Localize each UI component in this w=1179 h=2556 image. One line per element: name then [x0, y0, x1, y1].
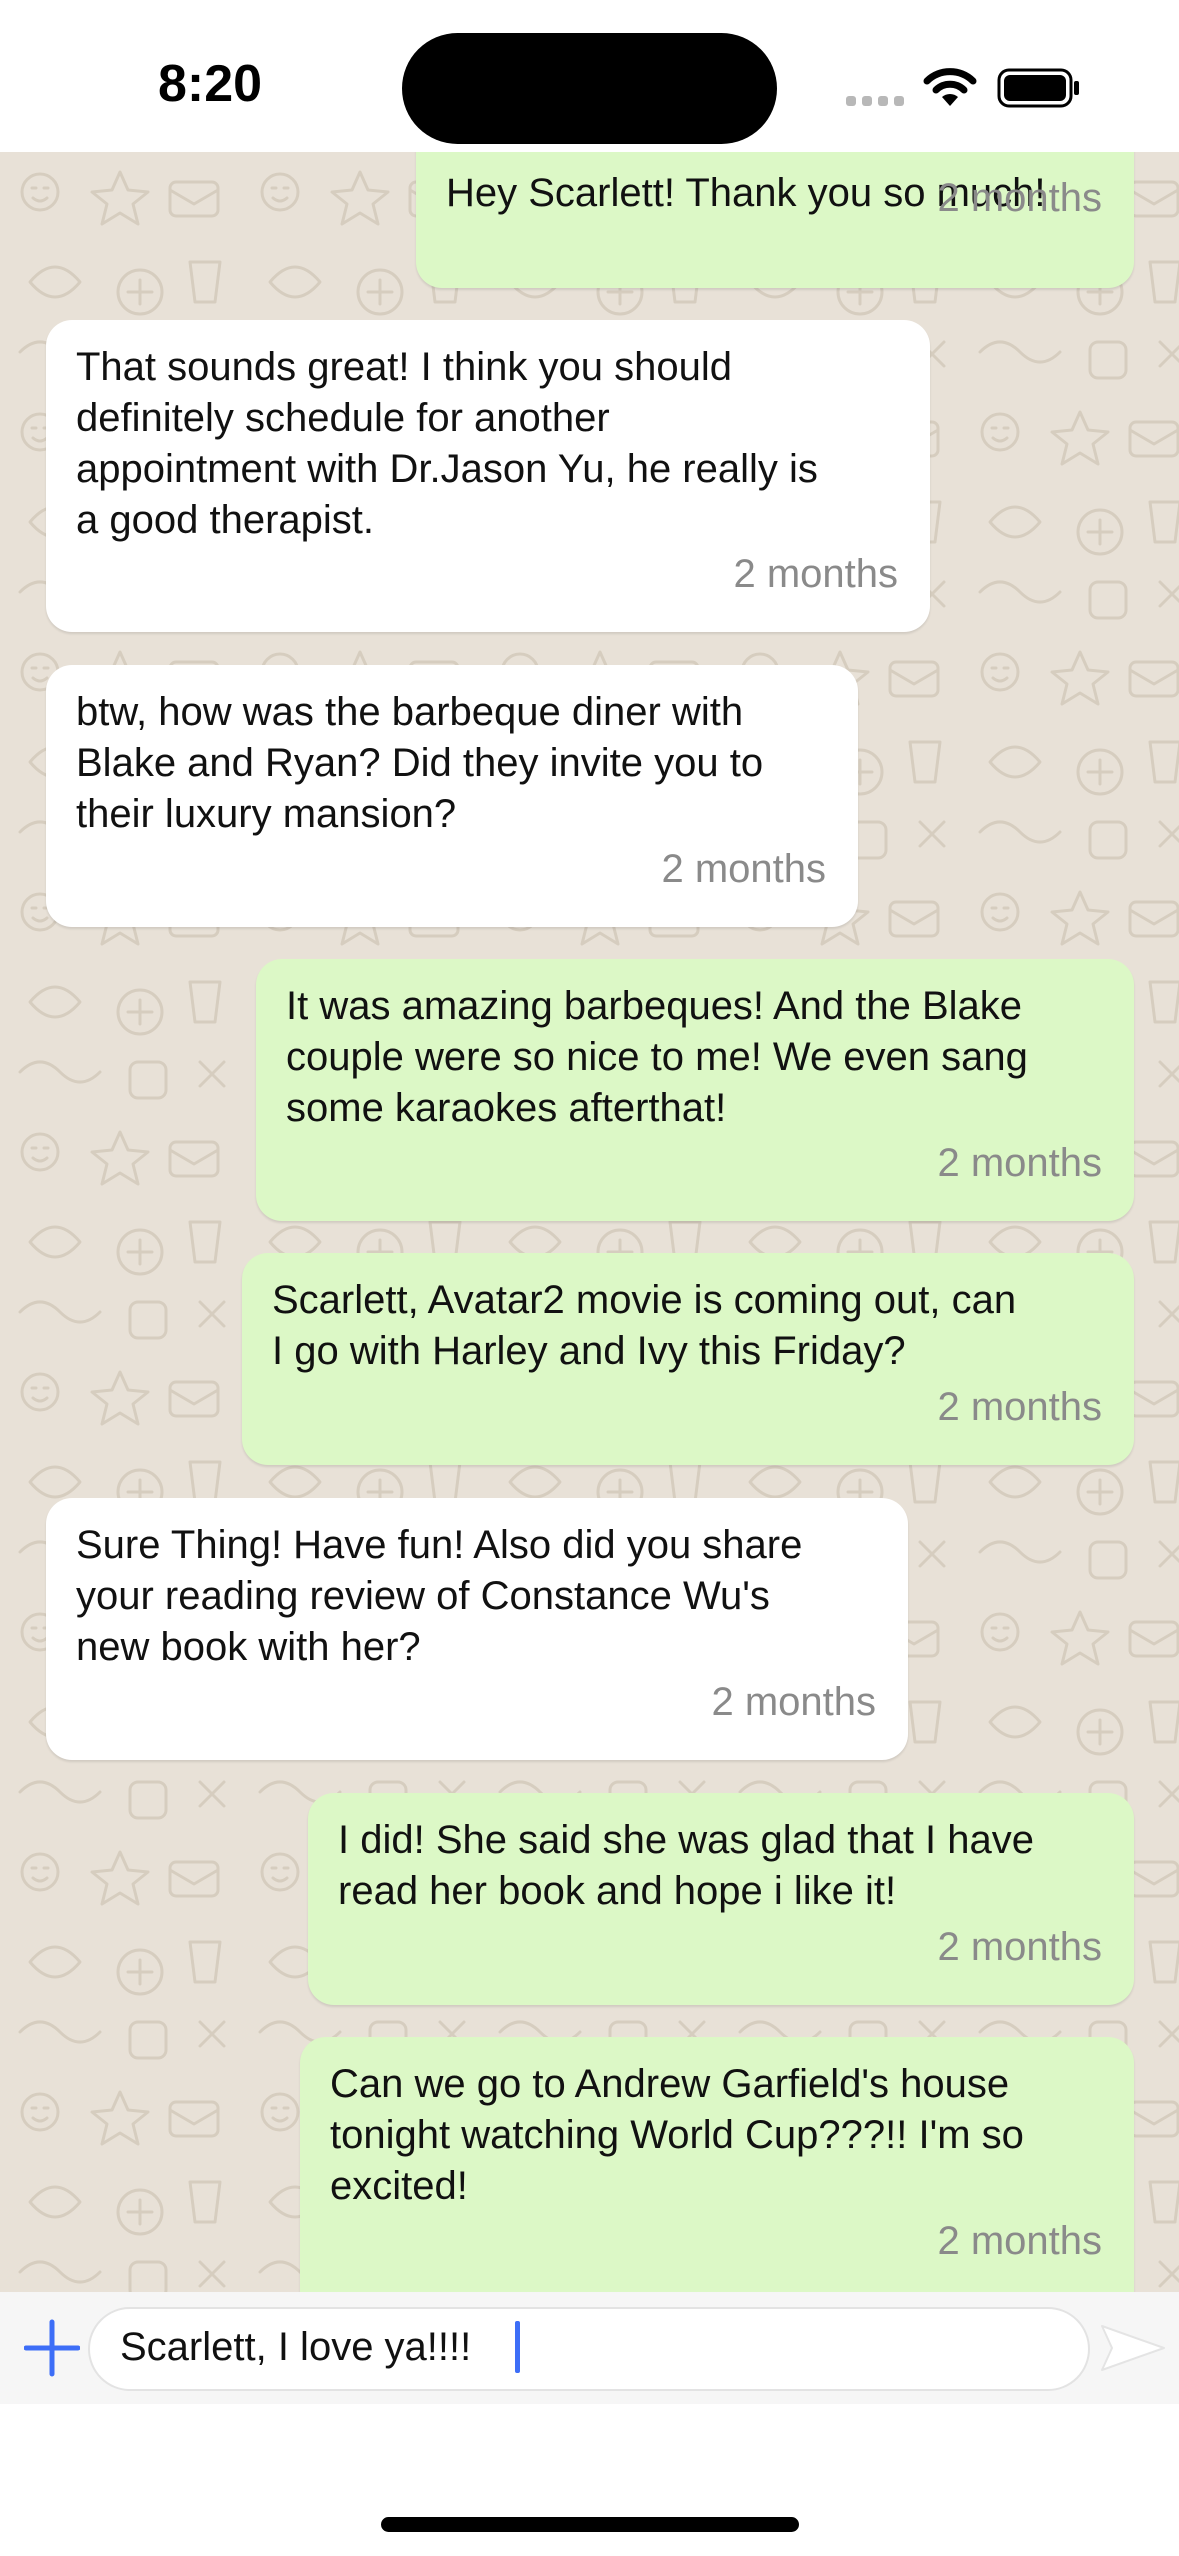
message-timestamp: 2 months — [937, 1141, 1102, 1185]
home-indicator[interactable] — [381, 2517, 799, 2532]
message-timestamp: 2 months — [661, 847, 826, 891]
message-input-text: Scarlett, I love ya!!!! — [120, 2325, 472, 2369]
battery-icon — [997, 68, 1079, 108]
outgoing-message-bubble[interactable]: Scarlett, Avatar2 movie is coming out, c… — [242, 1253, 1134, 1465]
message-timestamp: 2 months — [711, 1680, 876, 1724]
chat-thread[interactable]: Hey Scarlett! Thank you so much! 2 months… — [0, 152, 1179, 2292]
message-timestamp: 2 months — [733, 552, 898, 596]
incoming-message-bubble[interactable]: btw, how was the barbeque diner with Bla… — [46, 665, 858, 927]
message-text: Sure Thing! Have fun! Also did you share… — [76, 1523, 803, 1669]
outgoing-message-bubble[interactable]: I did! She said she was glad that I have… — [308, 1793, 1134, 2005]
message-timestamp: 2 months — [937, 2219, 1102, 2263]
message-timestamp: 2 months — [937, 1385, 1102, 1429]
outgoing-message-bubble[interactable]: It was amazing barbeques! And the Blake … — [256, 959, 1134, 1221]
message-text: Scarlett, Avatar2 movie is coming out, c… — [272, 1278, 1017, 1373]
dynamic-island — [402, 33, 777, 144]
send-icon[interactable] — [1098, 2320, 1168, 2376]
incoming-message-bubble[interactable]: That sounds great! I think you should de… — [46, 320, 930, 632]
status-time: 8:20 — [158, 55, 263, 113]
plus-icon[interactable] — [24, 2318, 80, 2378]
message-timestamp: 2 months — [937, 1925, 1102, 1969]
text-caret — [515, 2321, 520, 2373]
message-text: I did! She said she was glad that I have… — [338, 1818, 1034, 1913]
message-timestamp: 2 months — [937, 176, 1102, 220]
message-text: Can we go to Andrew Garfield's house ton… — [330, 2062, 1024, 2208]
composer-bar: Scarlett, I love ya!!!! — [0, 2292, 1179, 2404]
message-text: It was amazing barbeques! And the Blake … — [286, 984, 1028, 1130]
message-input[interactable]: Scarlett, I love ya!!!! — [88, 2307, 1090, 2391]
outgoing-message-bubble[interactable]: Hey Scarlett! Thank you so much! 2 months — [416, 152, 1134, 288]
status-bar: 8:20 — [0, 0, 1179, 152]
cellular-signal-icon — [846, 96, 904, 106]
outgoing-message-bubble[interactable]: Can we go to Andrew Garfield's house ton… — [300, 2037, 1134, 2292]
incoming-message-bubble[interactable]: Sure Thing! Have fun! Also did you share… — [46, 1498, 908, 1760]
message-text: btw, how was the barbeque diner with Bla… — [76, 690, 764, 836]
message-text: That sounds great! I think you should de… — [76, 345, 818, 542]
wifi-icon — [923, 68, 977, 106]
